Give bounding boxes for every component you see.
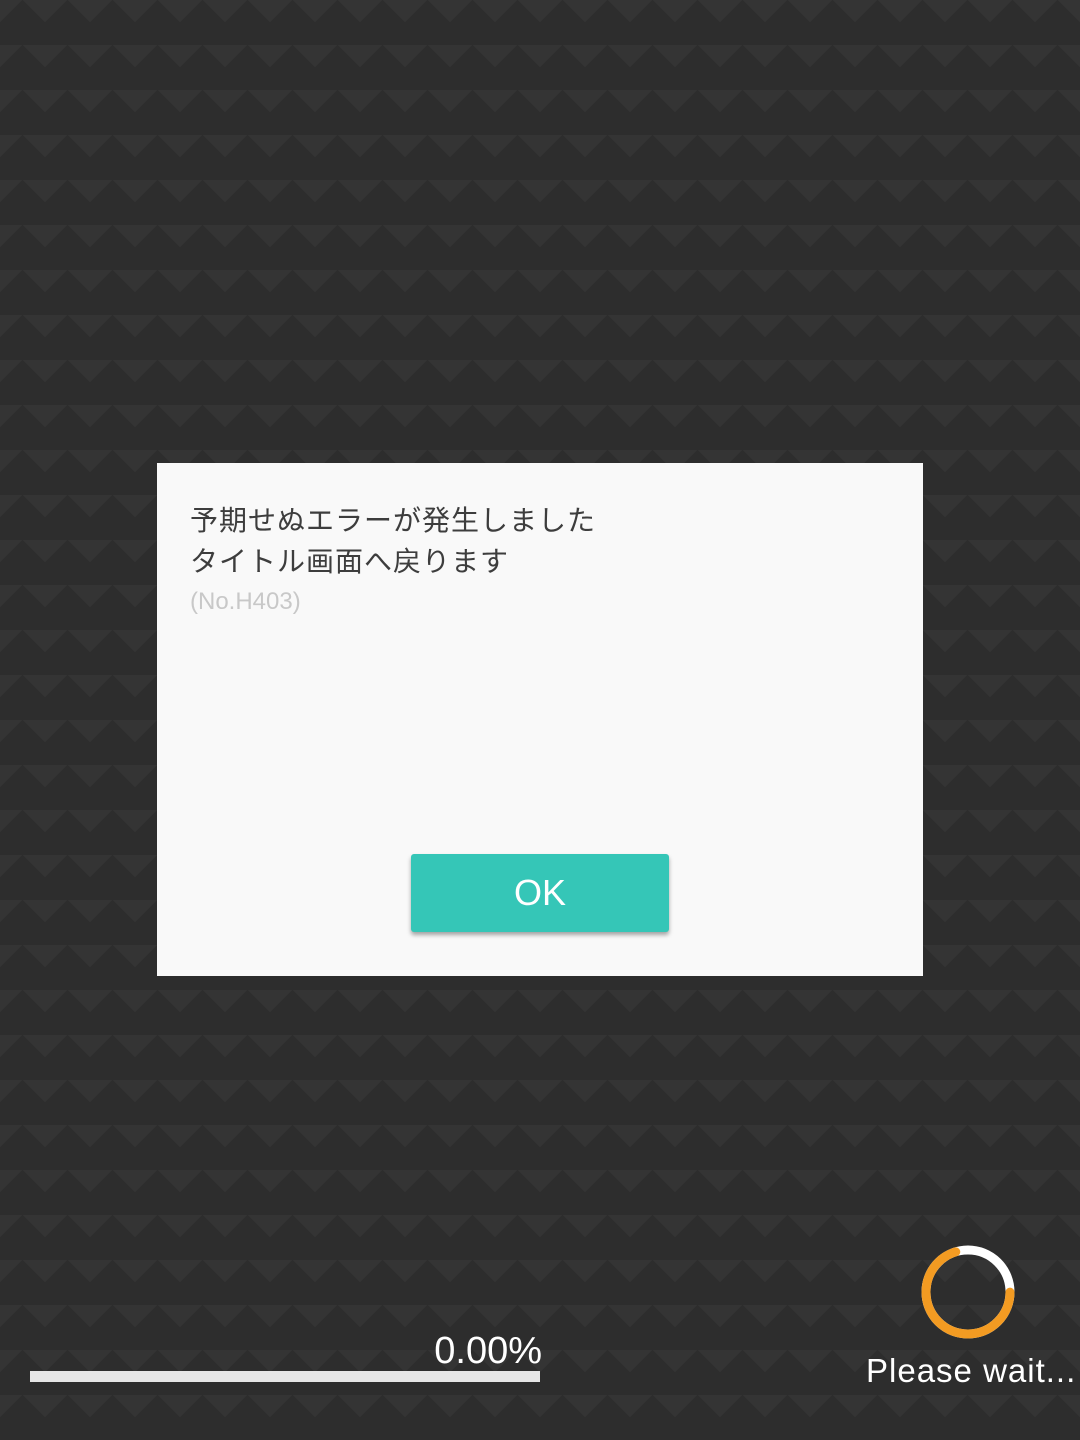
loading-spinner-icon bbox=[921, 1245, 1015, 1339]
ok-button[interactable]: OK bbox=[411, 854, 669, 932]
error-message-line1: 予期せぬエラーが発生しました bbox=[190, 504, 597, 537]
error-message-line2: タイトル画面へ戻ります bbox=[190, 545, 510, 578]
progress-bar bbox=[30, 1371, 540, 1382]
progress-percent: 0.00% bbox=[434, 1330, 542, 1372]
error-code: (No.H403) bbox=[190, 588, 301, 615]
error-dialog: 予期せぬエラーが発生しました タイトル画面へ戻ります (No.H403) OK bbox=[157, 463, 923, 976]
please-wait-text: Please wait... bbox=[866, 1352, 1077, 1389]
